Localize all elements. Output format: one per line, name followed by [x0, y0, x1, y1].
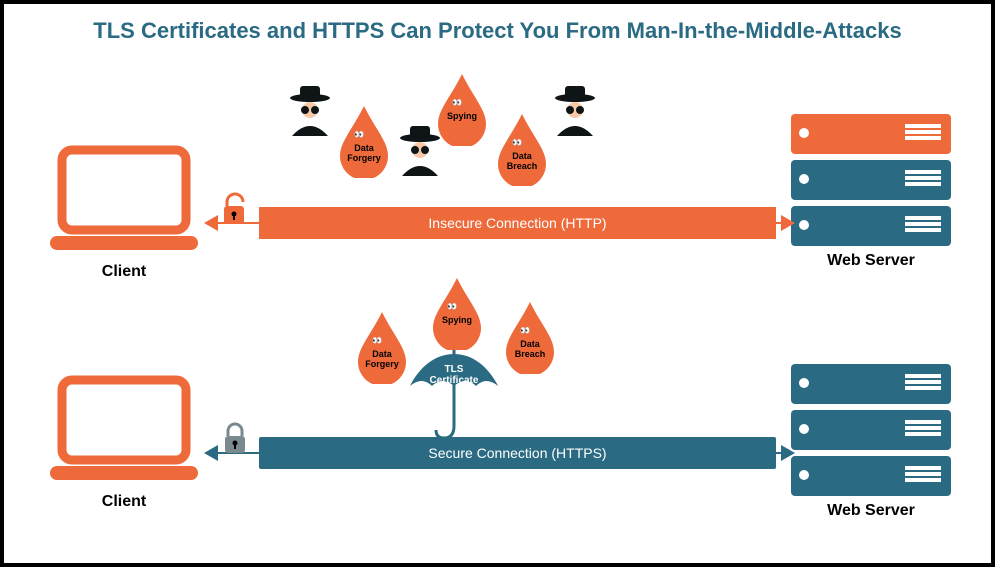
- diagram-frame: TLS Certificates and HTTPS Can Protect Y…: [0, 0, 995, 567]
- client-label: Client: [44, 263, 204, 281]
- insecure-row: Client Web Server Insecure Connection (H…: [4, 74, 991, 314]
- threat-drop-forgery: 👀 Data Forgery: [354, 312, 410, 384]
- web-server-secure: Web Server: [791, 364, 951, 520]
- server-icon: [791, 160, 951, 200]
- threat-label: Spying: [429, 316, 485, 326]
- web-server-insecure: Web Server: [791, 114, 951, 270]
- arrow-left-icon: [204, 215, 218, 231]
- threat-drop-breach: 👀 Data Breach: [494, 114, 550, 186]
- server-icon: [791, 114, 951, 154]
- open-lock-icon: [222, 192, 250, 233]
- threat-label: Spying: [434, 112, 490, 122]
- umbrella-label: TLS Certificate: [419, 364, 489, 386]
- client-laptop-secure: Client: [44, 374, 204, 511]
- server-label: Web Server: [791, 502, 951, 520]
- closed-lock-icon: [222, 422, 248, 461]
- arrow-right-icon: [781, 445, 795, 461]
- threat-label: Data Forgery: [336, 144, 392, 164]
- threat-drop-spying: 👀 Spying: [429, 278, 485, 350]
- arrow-right-icon: [781, 215, 795, 231]
- secure-row: Client Web Server Secure Connection (HTT…: [4, 294, 991, 544]
- threat-label: Data Forgery: [354, 350, 410, 370]
- server-icon: [791, 410, 951, 450]
- arrow-left-icon: [204, 445, 218, 461]
- server-icon: [791, 206, 951, 246]
- spy-icon: [549, 84, 601, 136]
- secure-connection-bar: Secure Connection (HTTPS): [259, 437, 776, 469]
- insecure-connection-bar: Insecure Connection (HTTP): [259, 207, 776, 239]
- client-laptop-insecure: Client: [44, 144, 204, 281]
- server-label: Web Server: [791, 252, 951, 270]
- spy-icon: [284, 84, 336, 136]
- umbrella-icon: [404, 346, 504, 451]
- threat-drop-forgery: 👀 Data Forgery: [336, 106, 392, 178]
- threat-label: Data Breach: [494, 152, 550, 172]
- laptop-icon: [44, 144, 204, 254]
- threat-label: Data Breach: [502, 340, 558, 360]
- client-label: Client: [44, 493, 204, 511]
- threat-drop-breach: 👀 Data Breach: [502, 302, 558, 374]
- laptop-icon: [44, 374, 204, 484]
- server-icon: [791, 456, 951, 496]
- threat-drop-spying: 👀 Spying: [434, 74, 490, 146]
- page-title: TLS Certificates and HTTPS Can Protect Y…: [4, 4, 991, 52]
- server-icon: [791, 364, 951, 404]
